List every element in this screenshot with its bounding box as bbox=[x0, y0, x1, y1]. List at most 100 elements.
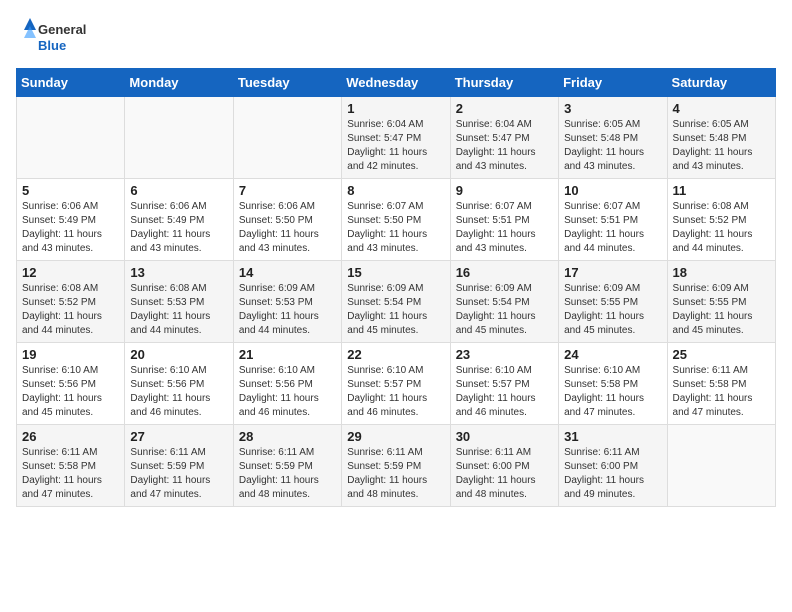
calendar-cell: 28Sunrise: 6:11 AM Sunset: 5:59 PM Dayli… bbox=[233, 425, 341, 507]
calendar-cell: 18 Sunrise: 6:09 AM Sunset: 5:55 PM Dayli… bbox=[667, 261, 775, 343]
day-info: Sunrise: 6:09 AM Sunset: 5:55 PM Dayligh… bbox=[564, 282, 661, 338]
calendar-cell: 9 Sunrise: 6:07 AM Sunset: 5:51 PM Daylig… bbox=[450, 179, 558, 261]
day-info: Sunrise: 6:09 AM Sunset: 5:55 PM Dayligh… bbox=[673, 282, 770, 338]
logo-blue-text: Blue bbox=[38, 38, 66, 53]
calendar-cell: 3Sunrise: 6:05 AM Sunset: 5:48 PM Daylig… bbox=[559, 97, 667, 179]
calendar-cell: 5 Sunrise: 6:06 AM Sunset: 5:49 PM Daylig… bbox=[17, 179, 125, 261]
calendar-cell: 24Sunrise: 6:10 AM Sunset: 5:58 PM Dayli… bbox=[559, 343, 667, 425]
calendar-cell: 29 Sunrise: 6:11 AM Sunset: 5:59 PM Dayli… bbox=[342, 425, 450, 507]
day-info: Sunrise: 6:04 AM Sunset: 5:47 PM Dayligh… bbox=[347, 118, 444, 174]
day-info: Sunrise: 6:10 AM Sunset: 5:56 PM Dayligh… bbox=[239, 364, 336, 420]
day-number: 4 bbox=[673, 101, 770, 116]
day-number: 27 bbox=[130, 429, 227, 444]
calendar-cell: 27 Sunrise: 6:11 AM Sunset: 5:59 PM Dayli… bbox=[125, 425, 233, 507]
day-number: 23 bbox=[456, 347, 553, 362]
calendar-cell: 30Sunrise: 6:11 AM Sunset: 6:00 PM Dayli… bbox=[450, 425, 558, 507]
calendar-cell: 13 Sunrise: 6:08 AM Sunset: 5:53 PM Dayli… bbox=[125, 261, 233, 343]
header: General Blue bbox=[16, 16, 776, 56]
day-info: Sunrise: 6:05 AM Sunset: 5:48 PM Dayligh… bbox=[673, 118, 770, 174]
calendar-cell: 12 Sunrise: 6:08 AM Sunset: 5:52 PM Dayli… bbox=[17, 261, 125, 343]
day-number: 8 bbox=[347, 183, 444, 198]
day-info: Sunrise: 6:06 AM Sunset: 5:49 PM Dayligh… bbox=[130, 200, 227, 256]
calendar-week-row: 12 Sunrise: 6:08 AM Sunset: 5:52 PM Dayli… bbox=[17, 261, 776, 343]
calendar-cell: 14 Sunrise: 6:09 AM Sunset: 5:53 PM Dayli… bbox=[233, 261, 341, 343]
day-number: 10 bbox=[564, 183, 661, 198]
day-info: Sunrise: 6:11 AM Sunset: 5:58 PM Dayligh… bbox=[22, 446, 119, 502]
day-info: Sunrise: 6:07 AM Sunset: 5:51 PM Dayligh… bbox=[456, 200, 553, 256]
logo-svg: General Blue bbox=[16, 16, 96, 56]
calendar-cell: 15 Sunrise: 6:09 AM Sunset: 5:54 PM Dayli… bbox=[342, 261, 450, 343]
day-number: 6 bbox=[130, 183, 227, 198]
day-number: 9 bbox=[456, 183, 553, 198]
day-info: Sunrise: 6:08 AM Sunset: 5:53 PM Dayligh… bbox=[130, 282, 227, 338]
calendar-week-row: 26 Sunrise: 6:11 AM Sunset: 5:58 PM Dayli… bbox=[17, 425, 776, 507]
day-number: 2 bbox=[456, 101, 553, 116]
day-number: 22 bbox=[347, 347, 444, 362]
day-number: 13 bbox=[130, 265, 227, 280]
day-info: Sunrise: 6:08 AM Sunset: 5:52 PM Dayligh… bbox=[673, 200, 770, 256]
day-info: Sunrise: 6:08 AM Sunset: 5:52 PM Dayligh… bbox=[22, 282, 119, 338]
calendar-cell bbox=[233, 97, 341, 179]
day-info: Sunrise: 6:10 AM Sunset: 5:56 PM Dayligh… bbox=[22, 364, 119, 420]
day-number: 18 bbox=[673, 265, 770, 280]
calendar-week-row: 5 Sunrise: 6:06 AM Sunset: 5:49 PM Daylig… bbox=[17, 179, 776, 261]
day-info: Sunrise: 6:06 AM Sunset: 5:50 PM Dayligh… bbox=[239, 200, 336, 256]
day-number: 14 bbox=[239, 265, 336, 280]
calendar-cell: 20Sunrise: 6:10 AM Sunset: 5:56 PM Dayli… bbox=[125, 343, 233, 425]
day-number: 12 bbox=[22, 265, 119, 280]
calendar-cell: 19 Sunrise: 6:10 AM Sunset: 5:56 PM Dayli… bbox=[17, 343, 125, 425]
day-number: 1 bbox=[347, 101, 444, 116]
day-info: Sunrise: 6:07 AM Sunset: 5:50 PM Dayligh… bbox=[347, 200, 444, 256]
day-number: 26 bbox=[22, 429, 119, 444]
day-info: Sunrise: 6:04 AM Sunset: 5:47 PM Dayligh… bbox=[456, 118, 553, 174]
calendar-cell bbox=[125, 97, 233, 179]
weekday-header-wednesday: Wednesday bbox=[342, 69, 450, 97]
day-info: Sunrise: 6:09 AM Sunset: 5:53 PM Dayligh… bbox=[239, 282, 336, 338]
day-number: 17 bbox=[564, 265, 661, 280]
calendar-cell: 31Sunrise: 6:11 AM Sunset: 6:00 PM Dayli… bbox=[559, 425, 667, 507]
day-number: 16 bbox=[456, 265, 553, 280]
day-number: 25 bbox=[673, 347, 770, 362]
day-info: Sunrise: 6:09 AM Sunset: 5:54 PM Dayligh… bbox=[347, 282, 444, 338]
day-number: 29 bbox=[347, 429, 444, 444]
calendar-cell: 10 Sunrise: 6:07 AM Sunset: 5:51 PM Dayli… bbox=[559, 179, 667, 261]
day-info: Sunrise: 6:11 AM Sunset: 5:58 PM Dayligh… bbox=[673, 364, 770, 420]
day-number: 21 bbox=[239, 347, 336, 362]
weekday-header-tuesday: Tuesday bbox=[233, 69, 341, 97]
day-info: Sunrise: 6:11 AM Sunset: 6:00 PM Dayligh… bbox=[564, 446, 661, 502]
calendar-cell: 23Sunrise: 6:10 AM Sunset: 5:57 PM Dayli… bbox=[450, 343, 558, 425]
logo: General Blue bbox=[16, 16, 96, 56]
day-number: 5 bbox=[22, 183, 119, 198]
day-number: 19 bbox=[22, 347, 119, 362]
calendar-cell: 26 Sunrise: 6:11 AM Sunset: 5:58 PM Dayli… bbox=[17, 425, 125, 507]
day-info: Sunrise: 6:11 AM Sunset: 5:59 PM Dayligh… bbox=[347, 446, 444, 502]
day-info: Sunrise: 6:11 AM Sunset: 5:59 PM Dayligh… bbox=[130, 446, 227, 502]
calendar-cell: 21 Sunrise: 6:10 AM Sunset: 5:56 PM Dayli… bbox=[233, 343, 341, 425]
calendar-cell: 7 Sunrise: 6:06 AM Sunset: 5:50 PM Daylig… bbox=[233, 179, 341, 261]
calendar-cell bbox=[667, 425, 775, 507]
day-number: 7 bbox=[239, 183, 336, 198]
weekday-header-saturday: Saturday bbox=[667, 69, 775, 97]
calendar-cell: 4 Sunrise: 6:05 AM Sunset: 5:48 PM Daylig… bbox=[667, 97, 775, 179]
day-info: Sunrise: 6:10 AM Sunset: 5:57 PM Dayligh… bbox=[347, 364, 444, 420]
calendar-week-row: 19 Sunrise: 6:10 AM Sunset: 5:56 PM Dayli… bbox=[17, 343, 776, 425]
calendar-cell: 25 Sunrise: 6:11 AM Sunset: 5:58 PM Dayli… bbox=[667, 343, 775, 425]
calendar-cell: 17 Sunrise: 6:09 AM Sunset: 5:55 PM Dayli… bbox=[559, 261, 667, 343]
day-number: 30 bbox=[456, 429, 553, 444]
day-number: 15 bbox=[347, 265, 444, 280]
calendar-cell: 16Sunrise: 6:09 AM Sunset: 5:54 PM Dayli… bbox=[450, 261, 558, 343]
day-info: Sunrise: 6:11 AM Sunset: 5:59 PM Dayligh… bbox=[239, 446, 336, 502]
weekday-header-friday: Friday bbox=[559, 69, 667, 97]
day-number: 20 bbox=[130, 347, 227, 362]
calendar-cell: 8 Sunrise: 6:07 AM Sunset: 5:50 PM Daylig… bbox=[342, 179, 450, 261]
weekday-header-thursday: Thursday bbox=[450, 69, 558, 97]
weekday-header-sunday: Sunday bbox=[17, 69, 125, 97]
day-info: Sunrise: 6:06 AM Sunset: 5:49 PM Dayligh… bbox=[22, 200, 119, 256]
calendar-body: 1 Sunrise: 6:04 AM Sunset: 5:47 PM Daylig… bbox=[17, 97, 776, 507]
weekday-header-monday: Monday bbox=[125, 69, 233, 97]
day-info: Sunrise: 6:05 AM Sunset: 5:48 PM Dayligh… bbox=[564, 118, 661, 174]
calendar-cell: 22 Sunrise: 6:10 AM Sunset: 5:57 PM Dayli… bbox=[342, 343, 450, 425]
calendar-cell: 6 Sunrise: 6:06 AM Sunset: 5:49 PM Daylig… bbox=[125, 179, 233, 261]
calendar-table: SundayMondayTuesdayWednesdayThursdayFrid… bbox=[16, 68, 776, 507]
day-info: Sunrise: 6:07 AM Sunset: 5:51 PM Dayligh… bbox=[564, 200, 661, 256]
